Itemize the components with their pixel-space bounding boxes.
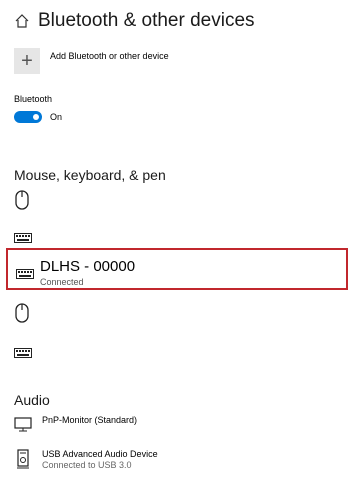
mouse-icon[interactable]: [14, 303, 30, 328]
mouse-icon[interactable]: [14, 190, 30, 215]
audio-device-item[interactable]: PnP-Monitor (Standard): [14, 415, 137, 438]
keyboard-icon[interactable]: [14, 230, 32, 248]
section-mouse-keyboard-pen: Mouse, keyboard, & pen: [14, 167, 166, 183]
keyboard-icon[interactable]: [14, 345, 32, 363]
audio-device-name: PnP-Monitor (Standard): [42, 415, 138, 425]
bluetooth-state: On: [50, 112, 63, 122]
section-audio: Audio: [14, 392, 50, 408]
bluetooth-toggle-row: On: [14, 111, 62, 123]
bluetooth-toggle[interactable]: [14, 111, 42, 123]
add-device-label: Add Bluetooth or other device: [50, 51, 169, 61]
audio-device-item[interactable]: USB Advanced Audio Device Connected to U…: [14, 449, 158, 474]
monitor-icon: [14, 415, 32, 438]
plus-icon: +: [14, 48, 40, 74]
speaker-icon: [14, 449, 32, 474]
bluetooth-label: Bluetooth: [14, 94, 53, 104]
audio-device-name: USB Advanced Audio Device: [42, 449, 158, 459]
page-title: Bluetooth & other devices: [38, 10, 255, 31]
keyboard-icon: [16, 266, 34, 284]
home-icon[interactable]: [14, 13, 30, 29]
page-header: Bluetooth & other devices: [14, 10, 255, 32]
device-status: Connected: [40, 277, 84, 287]
device-name: DLHS - 00000: [40, 258, 136, 275]
add-device-button[interactable]: + Add Bluetooth or other device: [14, 48, 169, 74]
audio-device-status: Connected to USB 3.0: [42, 460, 132, 470]
